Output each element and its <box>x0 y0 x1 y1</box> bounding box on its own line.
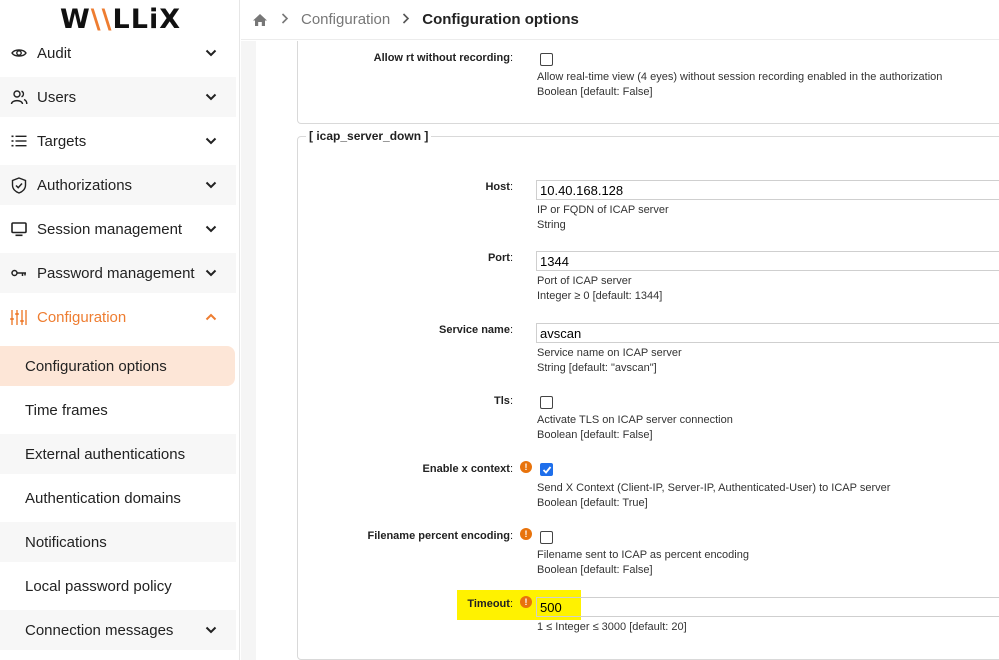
host-description: IP or FQDN of ICAP server <box>537 204 669 216</box>
sidebar-item-targets[interactable]: Targets <box>0 121 236 161</box>
filename-percent-encoding-description: Filename sent to ICAP as percent encodin… <box>537 549 749 561</box>
sidebar: W \\ LLiX Audit Users Targets Authorizatio… <box>0 0 240 660</box>
tls-checkbox[interactable] <box>540 396 553 409</box>
sidebar-item-configuration[interactable]: Configuration <box>0 297 236 337</box>
users-icon <box>10 88 28 106</box>
chevron-down-icon <box>204 181 218 189</box>
sidebar-item-label: Users <box>37 88 77 106</box>
sidebar-item-label: Audit <box>37 44 72 62</box>
sidebar-item-password-management[interactable]: Password management <box>0 253 236 293</box>
sidebar-item-label: Configuration options <box>25 357 167 375</box>
chevron-right-icon <box>402 11 410 28</box>
sidebar-item-label: Password management <box>37 264 195 282</box>
timeout-input[interactable] <box>536 597 999 617</box>
wallix-logo: W \\ LLiX <box>60 3 182 35</box>
port-input[interactable] <box>536 251 999 271</box>
tls-type: Boolean [default: False] <box>537 429 653 441</box>
shield-check-icon <box>10 176 28 194</box>
warning-icon: ! <box>520 461 532 473</box>
sidebar-item-label: Authorizations <box>37 176 133 194</box>
chevron-down-icon <box>204 137 218 145</box>
tls-label: Tls: <box>494 395 513 407</box>
host-label: Host: <box>485 181 513 193</box>
filename-percent-encoding-label: Filename percent encoding: <box>367 530 513 542</box>
sliders-icon <box>10 308 28 326</box>
sidebar-subitem-local-password-policy[interactable]: Local password policy <box>0 566 236 606</box>
eye-icon <box>10 44 28 62</box>
sidebar-item-label: Configuration <box>37 308 127 326</box>
sidebar-item-users[interactable]: Users <box>0 77 236 117</box>
sidebar-subitem-configuration-options[interactable]: Configuration options <box>0 346 235 386</box>
allow-rt-description: Allow real-time view (4 eyes) without se… <box>537 71 943 83</box>
key-icon <box>10 264 28 282</box>
enable-x-context-description: Send X Context (Client-IP, Server-IP, Au… <box>537 482 891 494</box>
sidebar-item-label: Notifications <box>25 533 107 551</box>
content-gutter <box>241 41 256 660</box>
sidebar-item-label: External authentications <box>25 445 186 463</box>
timeout-label: Timeout: <box>467 598 513 610</box>
enable-x-context-type: Boolean [default: True] <box>537 497 648 509</box>
sidebar-item-authorizations[interactable]: Authorizations <box>0 165 236 205</box>
port-label: Port: <box>487 252 513 264</box>
allow-rt-checkbox[interactable] <box>540 53 553 66</box>
tls-description: Activate TLS on ICAP server connection <box>537 414 733 426</box>
sidebar-subitem-authentication-domains[interactable]: Authentication domains <box>0 478 236 518</box>
service-name-input[interactable] <box>536 323 999 343</box>
allow-rt-label: Allow rt without recording: <box>373 52 513 64</box>
enable-x-context-checkbox[interactable] <box>540 463 553 476</box>
sidebar-item-label: Authentication domains <box>25 489 181 507</box>
sidebar-item-label: Targets <box>37 132 87 150</box>
host-type: String <box>537 219 566 231</box>
monitor-icon <box>10 220 28 238</box>
sidebar-item-label: Connection messages <box>25 621 174 639</box>
sidebar-item-label: Session management <box>37 220 183 238</box>
sidebar-item-audit[interactable]: Audit <box>0 33 236 73</box>
sidebar-subitem-time-frames[interactable]: Time frames <box>0 390 236 430</box>
port-description: Port of ICAP server <box>537 275 632 287</box>
chevron-down-icon <box>204 269 218 277</box>
page-title: Configuration options <box>422 11 579 28</box>
warning-icon: ! <box>520 528 532 540</box>
host-input[interactable] <box>536 180 999 200</box>
filename-percent-encoding-type: Boolean [default: False] <box>537 564 653 576</box>
sidebar-item-label: Time frames <box>25 401 108 419</box>
list-icon <box>10 132 28 150</box>
chevron-down-icon <box>204 49 218 57</box>
chevron-right-icon <box>281 11 289 28</box>
service-name-label: Service name: <box>439 324 513 336</box>
warning-icon: ! <box>520 596 532 608</box>
chevron-down-icon <box>204 626 218 634</box>
sidebar-item-label: Local password policy <box>25 577 172 595</box>
timeout-type: 1 ≤ Integer ≤ 3000 [default: 20] <box>537 621 687 633</box>
allow-rt-type: Boolean [default: False] <box>537 86 653 98</box>
chevron-up-icon <box>204 313 218 321</box>
home-icon[interactable] <box>251 11 269 29</box>
service-name-description: Service name on ICAP server <box>537 347 682 359</box>
breadcrumb-configuration[interactable]: Configuration <box>301 11 390 28</box>
chevron-down-icon <box>204 225 218 233</box>
port-type: Integer ≥ 0 [default: 1344] <box>537 290 663 302</box>
sidebar-subitem-connection-messages[interactable]: Connection messages <box>0 610 236 650</box>
chevron-down-icon <box>204 93 218 101</box>
sidebar-item-session-management[interactable]: Session management <box>0 209 236 249</box>
fieldset-legend: [ icap_server_down ] <box>306 129 432 143</box>
checkmark-icon <box>542 466 552 474</box>
sidebar-subitem-external-authentications[interactable]: External authentications <box>0 434 236 474</box>
filename-percent-encoding-checkbox[interactable] <box>540 531 553 544</box>
breadcrumb: Configuration Configuration options <box>241 0 999 40</box>
service-name-type: String [default: "avscan"] <box>537 362 657 374</box>
enable-x-context-label: Enable x context: <box>422 463 513 475</box>
sidebar-subitem-notifications[interactable]: Notifications <box>0 522 236 562</box>
